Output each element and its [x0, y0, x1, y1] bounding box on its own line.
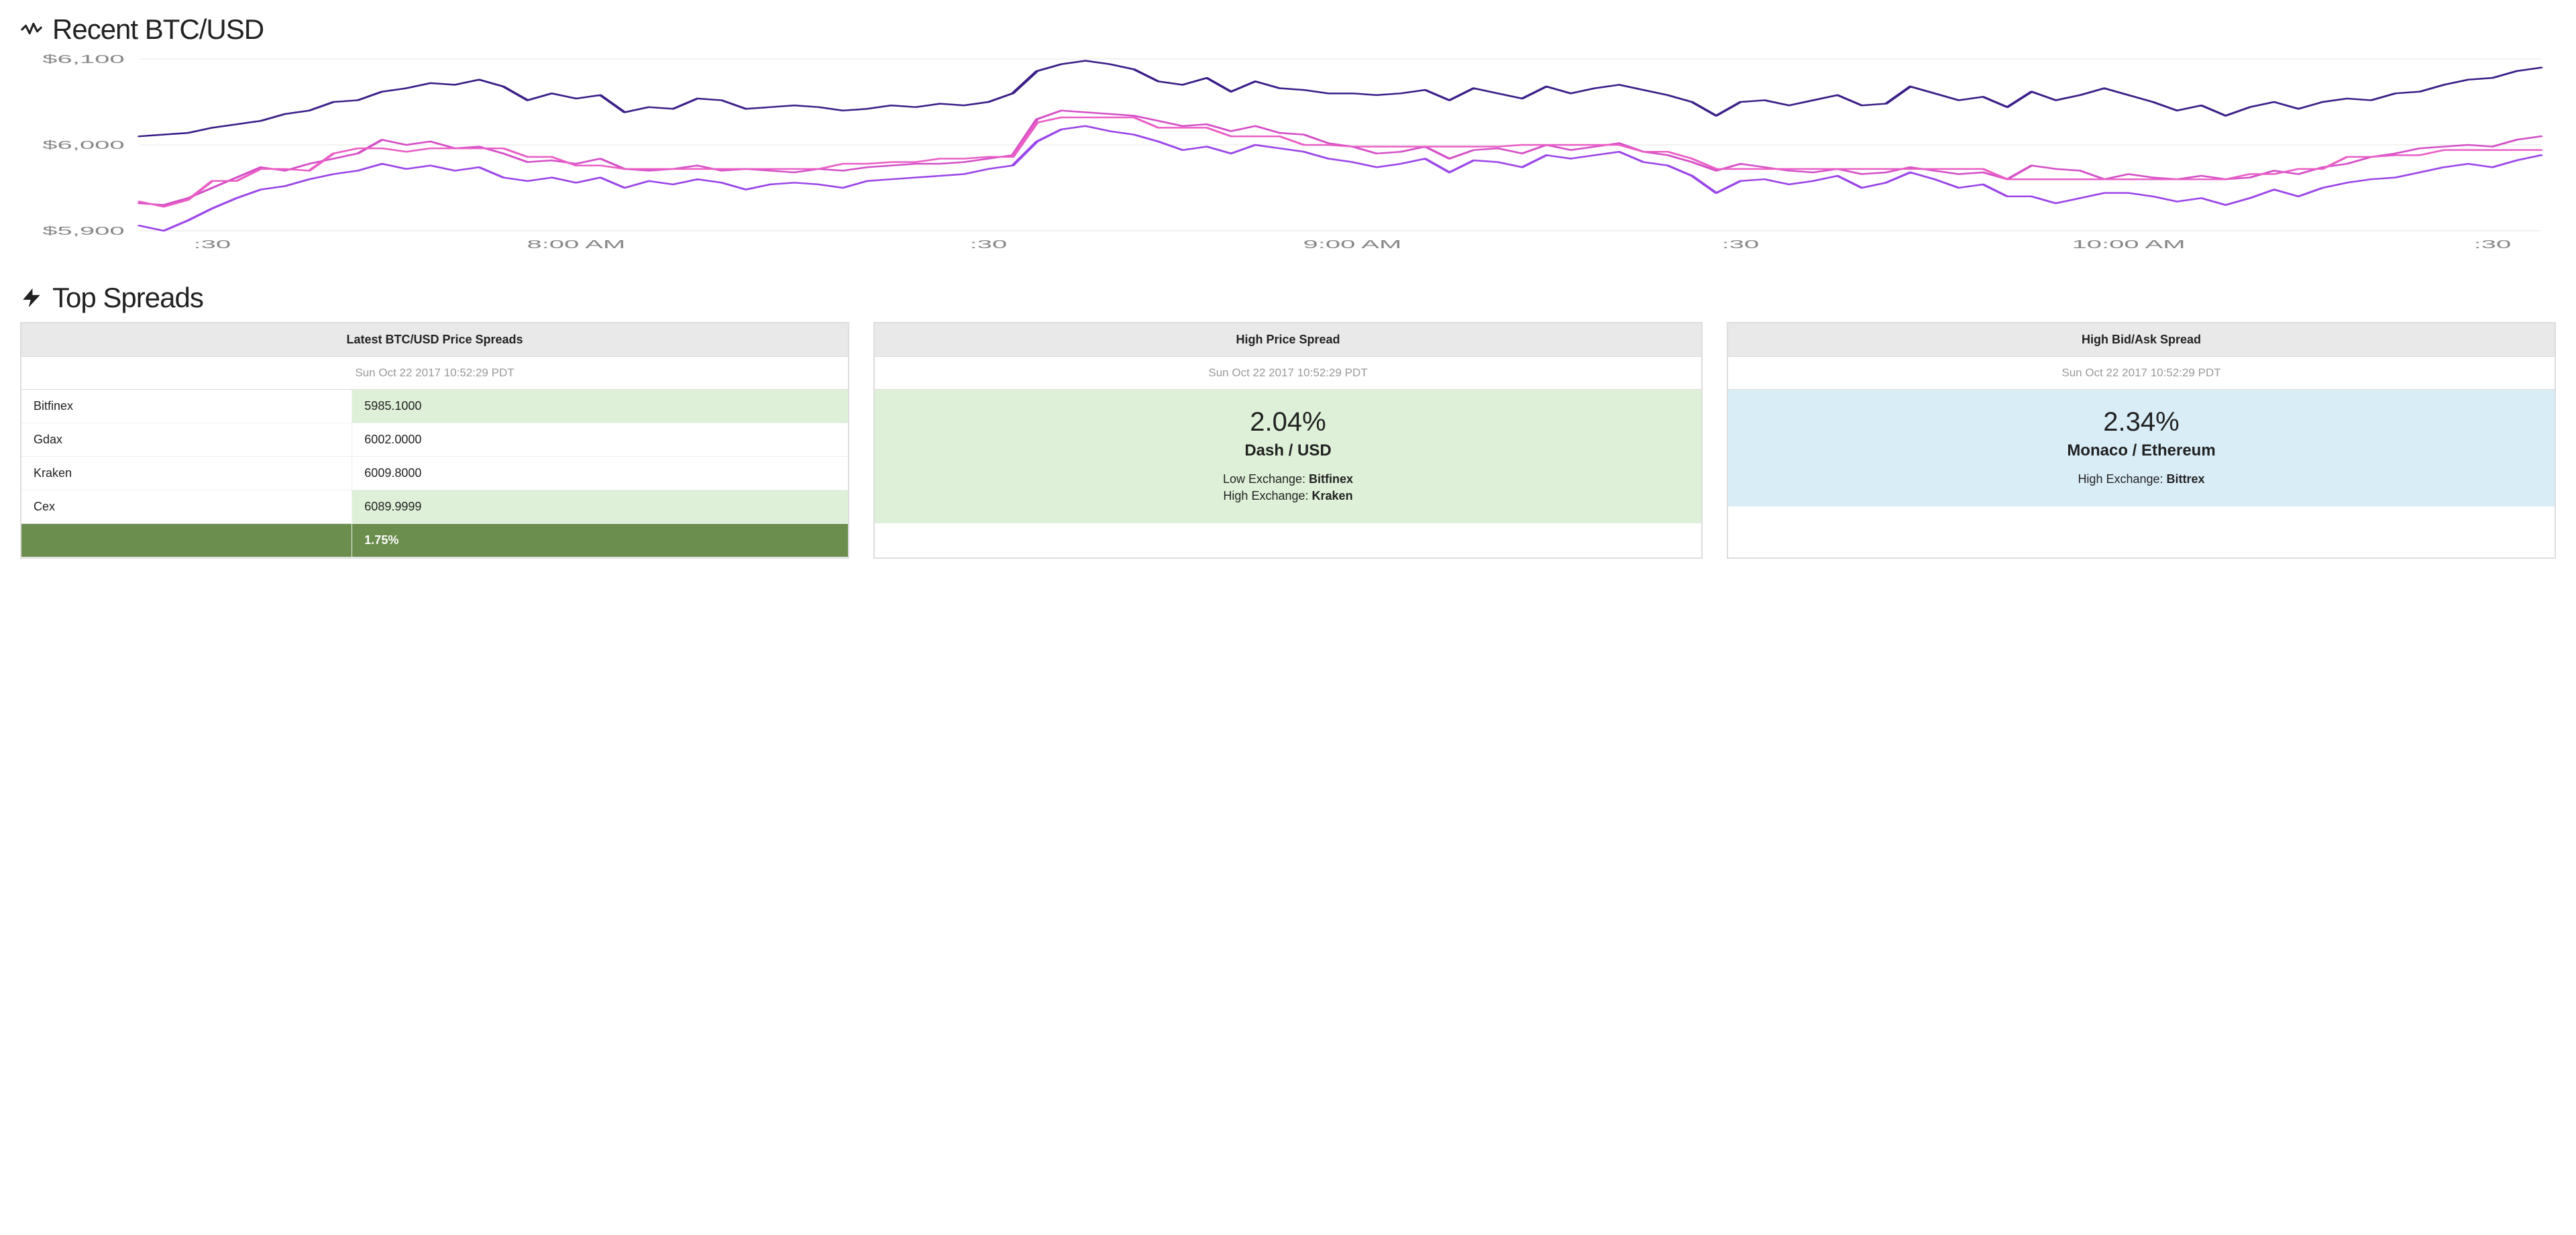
svg-text:$6,100: $6,100 — [42, 54, 124, 66]
spread-pct: 2.04% — [881, 407, 1695, 437]
svg-text:$6,000: $6,000 — [42, 138, 124, 152]
btc-usd-chart: $5,900 $6,000 $6,100 :30 8:00 AM :30 9:00 AM :3… — [20, 54, 2556, 255]
price-cell: 6002.0000 — [352, 423, 848, 457]
table-row: Cex6089.9999 — [21, 490, 848, 524]
section-header-spreads: Top Spreads — [20, 282, 2556, 314]
exchange-cell: Cex — [21, 490, 352, 524]
price-cell: 5985.1000 — [352, 390, 848, 423]
svg-text::30: :30 — [2474, 237, 2512, 251]
section-header-chart: Recent BTC/USD — [20, 13, 2556, 46]
high-bid-ask-spread-card: 2.34% Monaco / Ethereum High Exchange: B… — [1728, 390, 2555, 506]
panel-title: High Price Spread — [875, 323, 1701, 357]
activity-icon — [20, 18, 43, 41]
svg-text:8:00 AM: 8:00 AM — [527, 237, 625, 251]
spread-pair: Monaco / Ethereum — [1735, 441, 2548, 460]
svg-text::30: :30 — [194, 237, 231, 251]
price-cell: 6009.8000 — [352, 457, 848, 490]
exchange-cell: Gdax — [21, 423, 352, 457]
panel-timestamp: Sun Oct 22 2017 10:52:29 PDT — [875, 357, 1701, 390]
summary-pct: 1.75% — [352, 524, 848, 557]
exchange-cell: Kraken — [21, 457, 352, 490]
high-bid-ask-spread-panel: High Bid/Ask Spread Sun Oct 22 2017 10:5… — [1727, 322, 2556, 559]
svg-text:9:00 AM: 9:00 AM — [1303, 237, 1402, 251]
table-row: Kraken6009.8000 — [21, 457, 848, 490]
latest-spreads-panel: Latest BTC/USD Price Spreads Sun Oct 22 … — [20, 322, 849, 559]
section-title-chart: Recent BTC/USD — [52, 13, 264, 46]
svg-text:10:00 AM: 10:00 AM — [2072, 237, 2186, 251]
section-title-spreads: Top Spreads — [52, 282, 203, 314]
spread-pair: Dash / USD — [881, 441, 1695, 460]
panel-timestamp: Sun Oct 22 2017 10:52:29 PDT — [21, 357, 848, 390]
svg-text::30: :30 — [970, 237, 1008, 251]
price-cell: 6089.9999 — [352, 490, 848, 524]
bolt-icon — [20, 286, 43, 309]
spread-pct: 2.34% — [1735, 407, 2548, 437]
panel-timestamp: Sun Oct 22 2017 10:52:29 PDT — [1728, 357, 2555, 390]
price-spread-table: Bitfinex5985.1000Gdax6002.0000Kraken6009… — [21, 390, 848, 557]
svg-text:$5,900: $5,900 — [42, 224, 124, 237]
svg-text::30: :30 — [1722, 237, 1760, 251]
table-row: Bitfinex5985.1000 — [21, 390, 848, 423]
high-price-spread-card: 2.04% Dash / USD Low Exchange: Bitfinex … — [875, 390, 1701, 523]
high-exchange-line: High Exchange: Kraken — [881, 489, 1695, 503]
summary-row: 1.75% — [21, 524, 848, 557]
panel-title: High Bid/Ask Spread — [1728, 323, 2555, 357]
table-row: Gdax6002.0000 — [21, 423, 848, 457]
panel-title: Latest BTC/USD Price Spreads — [21, 323, 848, 357]
high-exchange-line: High Exchange: Bittrex — [1735, 472, 2548, 486]
high-price-spread-panel: High Price Spread Sun Oct 22 2017 10:52:… — [873, 322, 1703, 559]
exchange-cell: Bitfinex — [21, 390, 352, 423]
low-exchange-line: Low Exchange: Bitfinex — [881, 472, 1695, 486]
